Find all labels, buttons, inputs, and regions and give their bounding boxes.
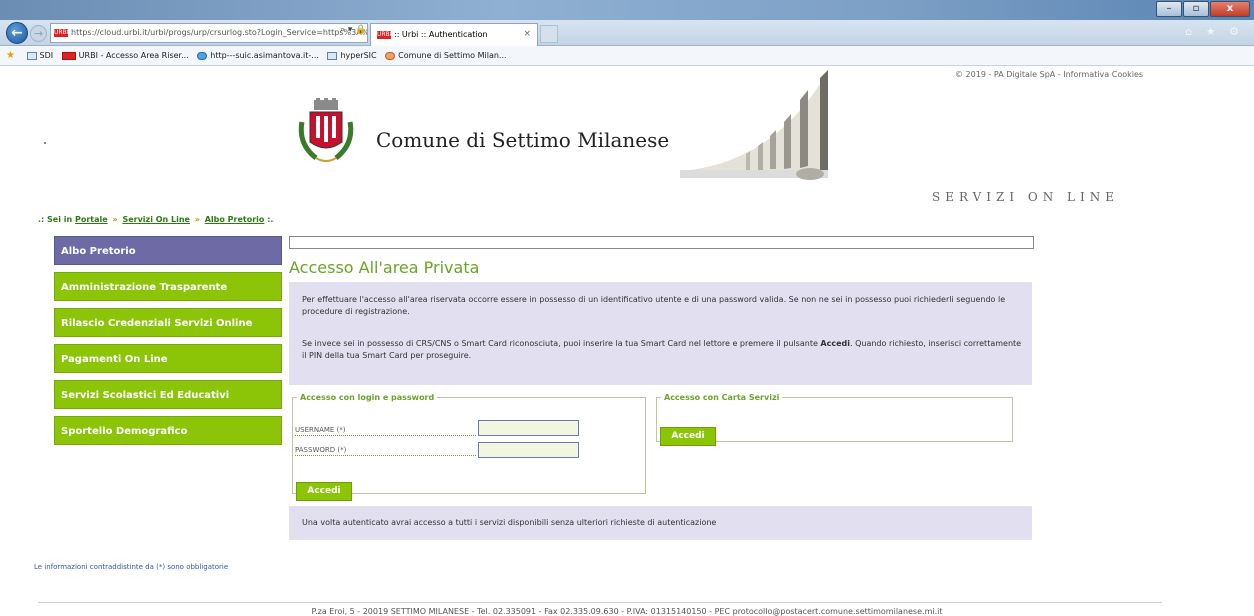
- urbi-favicon: URBI: [54, 28, 69, 37]
- tab-close-icon[interactable]: ×: [523, 24, 531, 45]
- sidebar-item-sportello-demografico[interactable]: Sportello Demografico: [54, 416, 282, 445]
- favorite-label: Comune di Settimo Milan...: [398, 51, 507, 60]
- home-favorites-settings-icons[interactable]: ⌂ ★ ⚙: [1185, 25, 1244, 38]
- maximize-button[interactable]: ▫: [1183, 1, 1209, 17]
- carta-servizi-fieldset: Accesso con Carta Servizi Accedi: [656, 393, 1013, 446]
- servizi-online-title: SERVIZI ON LINE: [932, 190, 1120, 204]
- breadcrumb-servizi-on-line[interactable]: Servizi On Line: [122, 215, 190, 224]
- ie-icon: [197, 51, 208, 60]
- info-smartcard-text: Se invece sei in possesso di CRS/CNS o S…: [302, 339, 821, 348]
- sidebar-item-amministrazione-trasparente[interactable]: Amministrazione Trasparente: [54, 272, 282, 301]
- breadcrumb: .: Sei in Portale » Servizi On Line » Al…: [38, 215, 273, 224]
- required-fields-note: Le informazioni contraddistinte da (*) s…: [34, 563, 229, 571]
- decorative-dot: [44, 142, 46, 144]
- breadcrumb-separator: »: [194, 215, 200, 224]
- favorite-hypersic[interactable]: hyperSIC: [327, 46, 377, 65]
- favorite-label: URBI - Accesso Area Riser...: [78, 51, 189, 60]
- sidebar-item-rilascio-credenziali[interactable]: Rilascio Credenziali Servizi Online: [54, 308, 282, 337]
- carta-legend: Accesso con Carta Servizi: [664, 393, 780, 402]
- address-bar[interactable]: URBI https://cloud.urbi.it/urbi/progs/urp…: [50, 23, 368, 43]
- tab-authentication[interactable]: URBI:: Urbi :: Authentication ×: [370, 23, 538, 46]
- favorites-star[interactable]: ★: [6, 46, 18, 65]
- favorite-label: http---suic.asimantova.it-...: [210, 51, 319, 60]
- password-input[interactable]: [478, 442, 579, 458]
- favorites-bar: ★ SDI URBI - Accesso Area Riser... http-…: [0, 46, 1254, 66]
- favorite-label: hyperSIC: [340, 51, 377, 60]
- minimize-button[interactable]: –: [1156, 1, 1182, 17]
- sidebar-item-servizi-scolastici[interactable]: Servizi Scolastici Ed Educativi: [54, 380, 282, 409]
- sidebar-menu: Albo Pretorio Amministrazione Trasparent…: [54, 236, 282, 452]
- login-password-fieldset: Accesso con login e password USERNAME (*…: [292, 393, 646, 501]
- window-titlebar: – ▫ x: [0, 0, 1254, 20]
- new-tab-button[interactable]: [540, 25, 558, 43]
- comune-name: Comune di Settimo Milanese: [376, 128, 670, 152]
- breadcrumb-albo-pretorio[interactable]: Albo Pretorio: [205, 215, 265, 224]
- info-paragraph-login: Per effettuare l'accesso all'area riserv…: [302, 295, 1006, 316]
- page-title: Accesso All'area Privata: [289, 258, 480, 277]
- star-icon: ★: [6, 50, 15, 61]
- address-url: https://cloud.urbi.it/urbi/progs/urp/crs…: [71, 28, 367, 37]
- breadcrumb-separator: »: [112, 215, 118, 224]
- copyright-notice[interactable]: © 2019 - PA Digitale SpA - Informativa C…: [955, 70, 1143, 79]
- login-legend: Accesso con login e password: [300, 393, 435, 402]
- window-controls: – ▫ x: [1156, 1, 1250, 17]
- favorite-comune[interactable]: Comune di Settimo Milan...: [385, 46, 507, 65]
- forward-button[interactable]: →: [30, 25, 47, 42]
- urbi-icon: [61, 51, 76, 60]
- crest-icon: [298, 98, 354, 162]
- empty-message-box: [289, 236, 1034, 249]
- breadcrumb-prefix: .: Sei in: [38, 215, 73, 224]
- login-accedi-button[interactable]: Accedi: [296, 482, 352, 501]
- comune-icon: [385, 51, 396, 60]
- page-icon: [26, 51, 37, 60]
- back-button[interactable]: ←: [6, 22, 28, 44]
- browser-chrome: – ▫ x ← → URBI https://cloud.urbi.it/urbi…: [0, 0, 1254, 66]
- page-icon: [327, 51, 338, 60]
- carta-accedi-button[interactable]: Accedi: [660, 427, 716, 446]
- building-illustration: [680, 70, 828, 180]
- favorite-sdi[interactable]: SDI: [26, 46, 54, 65]
- urbi-tab-favicon: URBI: [377, 30, 392, 39]
- close-window-button[interactable]: x: [1210, 1, 1250, 17]
- address-row: ← → URBI https://cloud.urbi.it/urbi/progs…: [0, 20, 1254, 46]
- username-input[interactable]: [478, 420, 579, 436]
- info-panel: Per effettuare l'accesso all'area riserv…: [289, 282, 1032, 385]
- breadcrumb-suffix: :.: [267, 215, 274, 224]
- footer-address: P.za Eroi, 5 - 20019 SETTIMO MILANESE - …: [311, 607, 943, 616]
- favorite-label: SDI: [39, 51, 54, 60]
- sidebar-item-pagamenti-on-line[interactable]: Pagamenti On Line: [54, 344, 282, 373]
- username-label: USERNAME (*): [295, 426, 476, 436]
- info-paragraph-smartcard: Se invece sei in possesso di CRS/CNS o S…: [302, 338, 1022, 362]
- breadcrumb-portale[interactable]: Portale: [75, 215, 108, 224]
- sidebar-item-albo-pretorio[interactable]: Albo Pretorio: [54, 236, 282, 265]
- favorite-urbi[interactable]: URBI - Accesso Area Riser...: [61, 46, 189, 65]
- tab-title: :: Urbi :: Authentication: [394, 30, 488, 39]
- info-accedi-bold: Accedi: [820, 339, 850, 348]
- footer-divider: [38, 602, 1162, 603]
- auth-note-panel: Una volta autenticato avrai accesso a tu…: [289, 506, 1032, 540]
- favorite-suic[interactable]: http---suic.asimantova.it-...: [197, 46, 319, 65]
- password-label: PASSWORD (*): [295, 446, 476, 456]
